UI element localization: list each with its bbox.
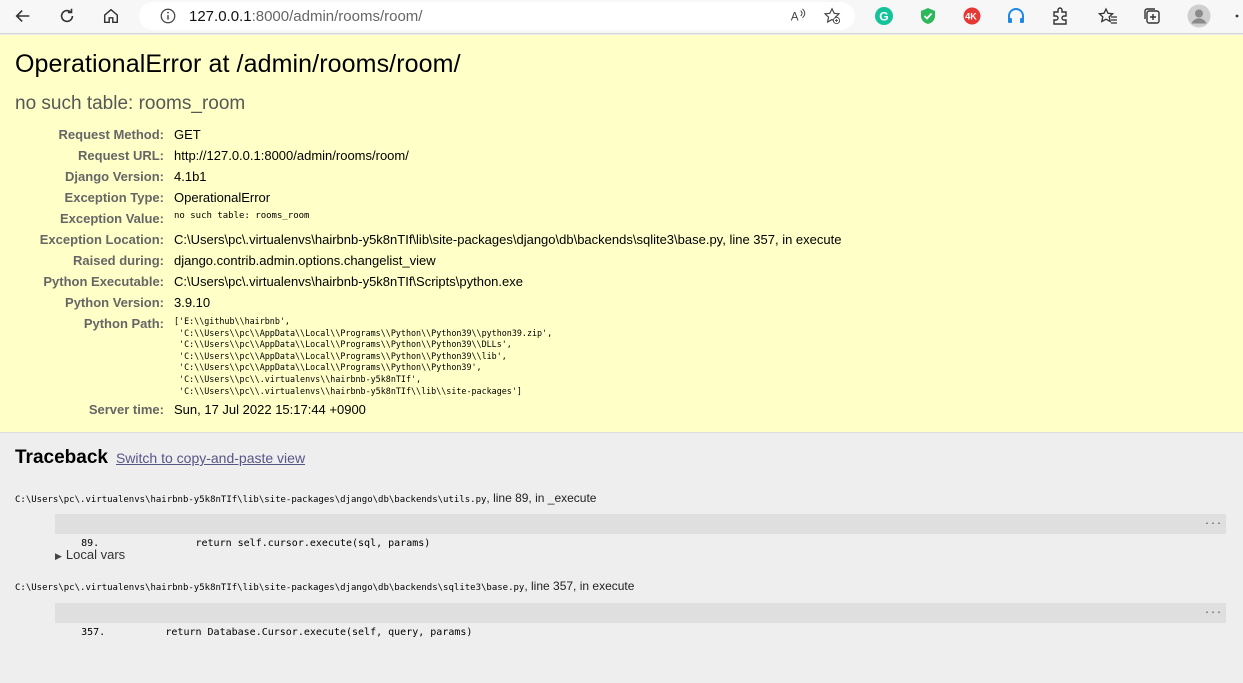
traceback-frame-file: C:\Users\pc\.virtualenvs\hairbnb-y5k8nTI… <box>15 579 635 593</box>
page-title: OperationalError at /admin/rooms/room/ <box>15 50 461 78</box>
meta-row-server-time: Server time: Sun, 17 Jul 2022 15:17:44 +0… <box>88 402 366 418</box>
svg-text:G: G <box>879 10 888 24</box>
back-arrow-icon <box>15 10 30 22</box>
home-icon <box>103 8 119 24</box>
meta-row-python-version: Python Version: 3.9.10 <box>65 295 211 310</box>
shield-extension-icon[interactable] <box>918 6 938 26</box>
reload-button[interactable] <box>50 1 84 31</box>
traceback-section: Traceback Switch to copy-and-paste view … <box>0 434 1243 638</box>
switch-to-copy-paste-link[interactable]: Switch to copy-and-paste view <box>116 450 305 466</box>
meta-row-django-version: Django Version: 4.1b1 <box>65 169 207 184</box>
meta-row-request-url: Request URL: http://127.0.0.1:8000/admin/… <box>78 148 409 163</box>
4k-extension-icon[interactable]: 4K <box>962 6 982 26</box>
meta-row-python-path: Python Path: ['E:\\github\\hairbnb', 'C:\… <box>83 316 553 396</box>
meta-row-python-executable: Python Executable: C:\Users\pc\.virtualen… <box>43 274 523 289</box>
error-subtitle: no such table: rooms_room <box>15 93 246 114</box>
favorites-icon[interactable] <box>1098 6 1118 26</box>
svg-text:A: A <box>791 11 799 24</box>
meta-row-request-method: Request Method: GET <box>58 127 201 142</box>
meta-row-exception-type: Exception Type: OperationalError <box>64 190 271 205</box>
reload-icon <box>60 8 74 23</box>
collections-icon[interactable] <box>1142 6 1162 26</box>
profile-avatar-icon[interactable] <box>1187 4 1211 28</box>
grammarly-extension-icon[interactable]: G <box>874 6 894 26</box>
error-summary: OperationalError at /admin/rooms/room/ n… <box>0 35 1243 433</box>
add-favorite-icon[interactable] <box>823 7 841 25</box>
extensions-puzzle-icon[interactable] <box>1050 6 1070 26</box>
more-menu-icon[interactable] <box>1232 6 1242 26</box>
expand-context-icon[interactable]: ... <box>1204 512 1222 532</box>
meta-row-raised-during: Raised during: django.contrib.admin.optio… <box>72 253 436 268</box>
address-bar[interactable]: 127.0.0.1:8000/admin/rooms/room/ A <box>139 2 855 30</box>
traceback-context-line[interactable]: 357. return Database.Cursor.execute(self… <box>55 601 1226 638</box>
request-meta-table: Request Method: GET Request URL: http://12… <box>15 124 1228 420</box>
expand-context-icon[interactable]: ... <box>1204 601 1222 621</box>
headphones-extension-icon[interactable] <box>1006 6 1026 26</box>
home-button[interactable] <box>94 1 128 31</box>
svg-text:4K: 4K <box>965 12 977 22</box>
back-button[interactable] <box>6 1 40 31</box>
meta-row-exception-value: Exception Value: no such table: rooms_roo… <box>59 211 310 226</box>
browser-toolbar: 127.0.0.1:8000/admin/rooms/room/ A G 4K <box>0 0 1243 34</box>
meta-row-exception-location: Exception Location: C:\Users\pc\.virtuale… <box>39 232 842 247</box>
traceback-context-line[interactable]: 89. return self.cursor.execute(sql, para… <box>55 512 1226 549</box>
traceback-heading: Traceback Switch to copy-and-paste view <box>15 447 306 468</box>
url-text: 127.0.0.1:8000/admin/rooms/room/ <box>189 7 423 25</box>
traceback-frame-file: C:\Users\pc\.virtualenvs\hairbnb-y5k8nTI… <box>15 491 597 505</box>
info-icon[interactable] <box>159 7 177 25</box>
read-aloud-icon[interactable]: A <box>789 7 807 25</box>
